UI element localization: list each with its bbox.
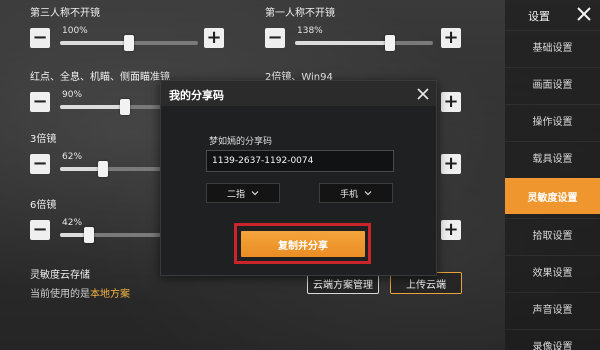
menu-item-audio[interactable]: 声音设置 xyxy=(505,292,600,324)
slider-thumb[interactable] xyxy=(84,227,94,243)
slider-group-fpp-no-scope: 第一人称不开镜 − 138% + xyxy=(265,4,465,56)
slider-value: 42% xyxy=(62,218,83,228)
slider-thumb[interactable] xyxy=(120,99,130,115)
slider-title: 第一人称不开镜 xyxy=(265,8,335,19)
close-icon[interactable] xyxy=(574,4,594,24)
slider-thumb[interactable] xyxy=(98,161,108,177)
minus-button[interactable]: − xyxy=(30,28,50,48)
minus-button[interactable]: − xyxy=(30,220,50,240)
minus-button[interactable]: − xyxy=(265,28,285,48)
slider-fill xyxy=(60,105,125,109)
slider-title: 红点、全息、机瞄、侧面瞄准镜 xyxy=(30,72,170,83)
menu-item-pickup[interactable]: 拾取设置 xyxy=(505,218,600,250)
chevron-down-icon xyxy=(364,191,372,196)
dialog-header: 我的分享码 xyxy=(161,81,436,106)
slider-value: 138% xyxy=(297,26,323,36)
share-code-dialog: 我的分享码 梦如嫣的分享码 二指 手机 复制并分享 xyxy=(160,80,437,276)
close-icon[interactable] xyxy=(415,86,431,102)
settings-title: 设置 xyxy=(528,10,550,23)
menu-item-vehicle[interactable]: 载具设置 xyxy=(505,141,600,173)
device-select[interactable]: 手机 xyxy=(319,183,393,203)
finger-mode-value: 二指 xyxy=(226,189,245,200)
copy-and-share-button[interactable]: 复制并分享 xyxy=(241,231,365,257)
dialog-title: 我的分享码 xyxy=(169,89,224,102)
slider-value: 90% xyxy=(62,90,83,100)
menu-item-sensitivity[interactable]: 灵敏度设置 xyxy=(505,178,600,214)
slider-thumb[interactable] xyxy=(385,35,395,51)
plus-button-3x-right[interactable]: + xyxy=(441,154,461,174)
menu-item-controls[interactable]: 操作设置 xyxy=(505,104,600,136)
slider-title: 6倍镜 xyxy=(30,200,57,211)
cloud-current-plan-name: 本地方案 xyxy=(90,289,130,300)
slider-track[interactable] xyxy=(295,35,433,51)
slider-fill xyxy=(60,167,103,171)
cloud-storage-title: 灵敏度云存储 xyxy=(30,270,90,281)
slider-group-tpp-no-scope: 第三人称不开镜 − 100% + xyxy=(30,4,230,56)
plus-button[interactable]: + xyxy=(441,28,461,48)
chevron-down-icon xyxy=(251,191,259,196)
menu-item-effects[interactable]: 效果设置 xyxy=(505,255,600,287)
plus-button[interactable]: + xyxy=(441,92,461,112)
share-code-label: 梦如嫣的分享码 xyxy=(209,137,273,147)
plus-button-6x-right[interactable]: + xyxy=(441,220,461,240)
minus-button[interactable]: − xyxy=(30,154,50,174)
cloud-current-prefix: 当前使用的是 xyxy=(30,289,90,300)
minus-button[interactable]: − xyxy=(30,92,50,112)
slider-value: 62% xyxy=(62,152,83,162)
menu-item-graphics[interactable]: 画面设置 xyxy=(505,67,600,99)
finger-mode-select[interactable]: 二指 xyxy=(206,183,280,203)
slider-thumb[interactable] xyxy=(124,35,134,51)
device-value: 手机 xyxy=(339,189,358,200)
cloud-current-plan: 当前使用的是本地方案 xyxy=(30,285,130,300)
share-code-field[interactable] xyxy=(206,150,394,172)
slider-fill xyxy=(295,41,390,45)
slider-title: 第三人称不开镜 xyxy=(30,8,100,19)
plus-button[interactable]: + xyxy=(204,28,224,48)
menu-item-basic[interactable]: 基础设置 xyxy=(505,30,600,62)
slider-value: 100% xyxy=(62,26,88,36)
slider-title: 3倍镜 xyxy=(30,134,57,145)
menu-item-replay[interactable]: 录像设置 xyxy=(505,329,600,350)
slider-track[interactable] xyxy=(60,35,198,51)
slider-fill xyxy=(60,41,129,45)
